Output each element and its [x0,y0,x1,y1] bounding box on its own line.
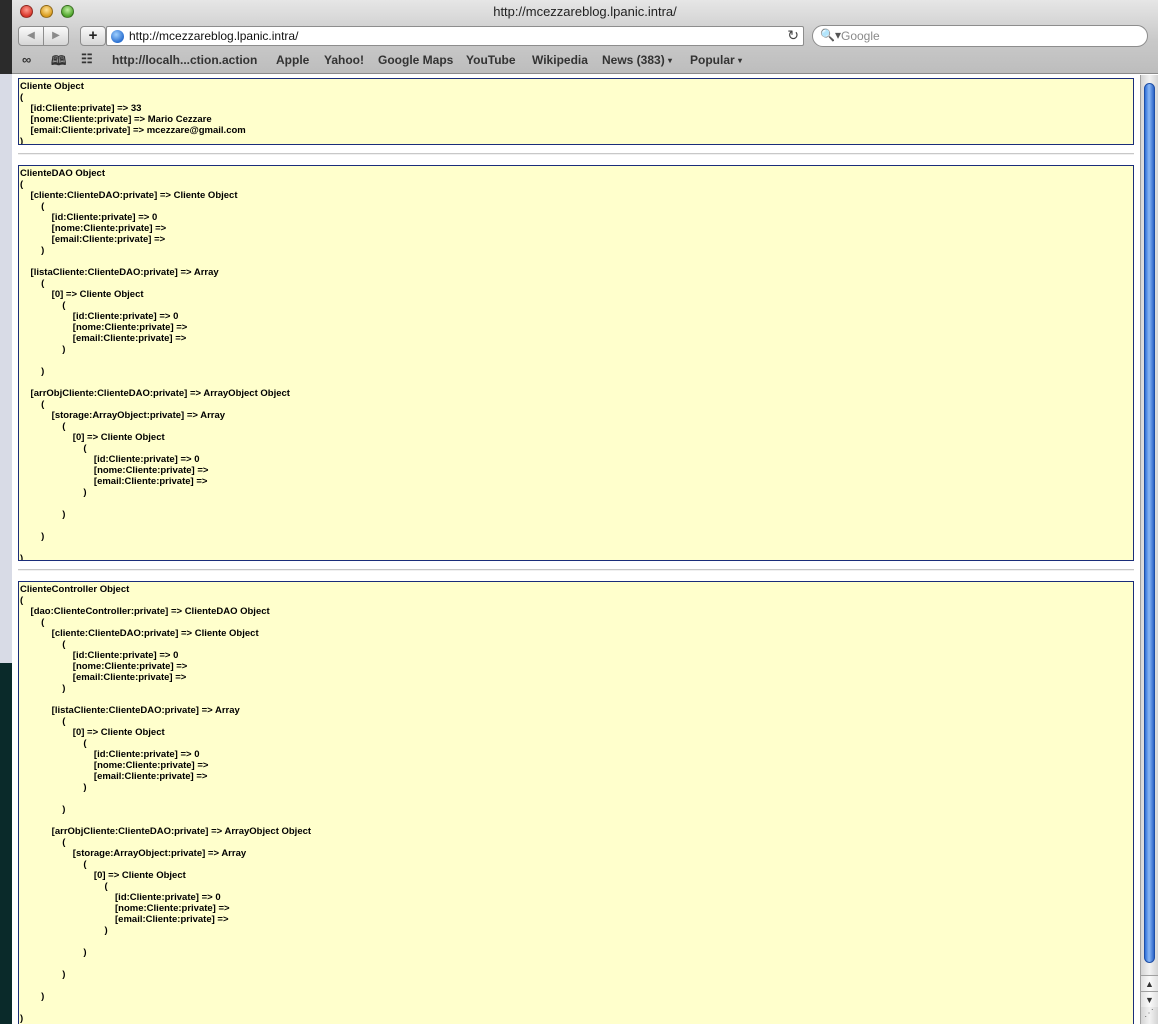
cliente-object-dump: Cliente Object ( [id:Cliente:private] =>… [18,78,1134,145]
bookmark-news-menu[interactable]: News (383) ▾ [602,53,672,67]
page-content: Cliente Object ( [id:Cliente:private] =>… [12,75,1140,1024]
search-icon[interactable]: 🔍▾ [820,28,841,42]
horizontal-rule [18,569,1134,571]
browser-window: http://mcezzareblog.lpanic.intra/ ◀ ▶ + … [12,0,1158,1024]
bookmark-localhost[interactable]: http://localh...ction.action [112,53,257,67]
scroll-thumb[interactable] [1144,83,1155,963]
clientedao-object-dump: ClienteDAO Object ( [cliente:ClienteDAO:… [18,165,1134,561]
bookmark-youtube[interactable]: YouTube [466,53,516,67]
bookmark-yahoo[interactable]: Yahoo! [324,53,364,67]
bookmark-popular-label: Popular [690,53,735,67]
search-field[interactable]: 🔍▾ [812,25,1148,47]
top-sites-grid-icon[interactable]: ☷ [81,51,93,67]
forward-arrow-icon: ▶ [52,30,60,41]
clientecontroller-object-dump: ClienteController Object ( [dao:ClienteC… [18,581,1134,1024]
bookmark-popular-menu[interactable]: Popular ▾ [690,53,742,67]
vertical-scrollbar[interactable]: ▲ ▼ [1140,75,1158,1024]
search-input[interactable] [839,28,1129,44]
browser-toolbar: http://mcezzareblog.lpanic.intra/ ◀ ▶ + … [12,0,1158,74]
plus-icon: + [88,27,98,44]
desktop-background [0,74,12,1024]
add-bookmark-button[interactable]: + [80,26,106,46]
scroll-down-arrow-icon[interactable]: ▼ [1141,991,1158,1007]
back-button[interactable]: ◀ [18,26,44,46]
bookmarks-bar: ∞ 🕮 ☷ http://localh...ction.action Apple… [12,50,1158,70]
chevron-down-icon: ▾ [668,56,673,65]
bookmark-wikipedia[interactable]: Wikipedia [532,53,588,67]
bookmark-google-maps[interactable]: Google Maps [378,53,453,67]
bookmarks-book-icon[interactable]: 🕮 [51,52,66,74]
window-title: http://mcezzareblog.lpanic.intra/ [493,4,677,19]
site-globe-icon [111,30,124,43]
forward-button[interactable]: ▶ [43,26,69,46]
reload-icon[interactable]: ↻ [787,27,799,44]
back-arrow-icon: ◀ [27,30,35,41]
url-input[interactable] [127,28,767,44]
resize-grip-icon[interactable]: ⋰ [1140,1008,1158,1024]
chevron-down-icon: ▾ [738,56,743,65]
bookmark-apple[interactable]: Apple [276,53,309,67]
reading-list-icon[interactable]: ∞ [22,52,31,67]
address-bar[interactable]: ↻ [106,26,804,46]
scroll-up-arrow-icon[interactable]: ▲ [1141,975,1158,991]
bookmark-news-label: News (383) [602,53,665,67]
horizontal-rule [18,153,1134,155]
